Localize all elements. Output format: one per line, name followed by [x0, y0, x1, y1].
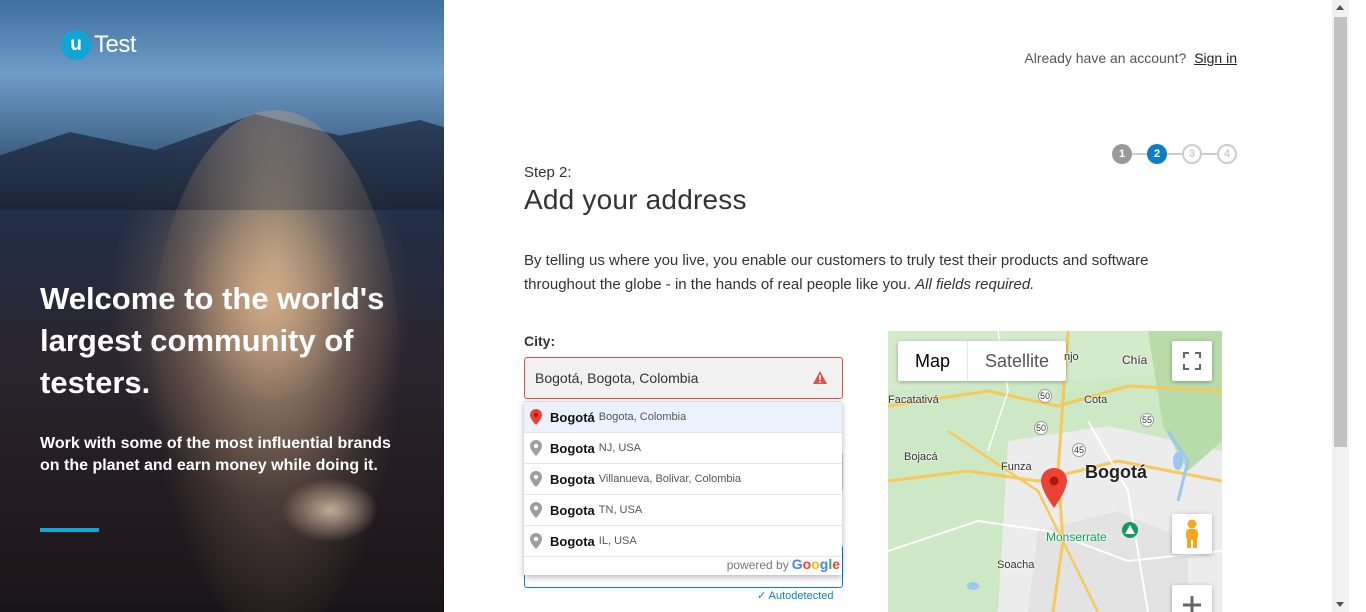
- scroll-down-arrow-icon[interactable]: [1336, 602, 1344, 607]
- road-shield-55: 55: [1140, 413, 1154, 427]
- scroll-thumb[interactable]: [1334, 17, 1347, 447]
- autocomplete-secondary: Bogota, Colombia: [598, 411, 687, 423]
- step-4: 4: [1217, 144, 1237, 164]
- hero-title: Welcome to the world's largest community…: [40, 281, 385, 400]
- form-description: By telling us where you live, you enable…: [524, 249, 1204, 297]
- step-3: 3: [1182, 144, 1202, 164]
- plus-icon: [1183, 596, 1201, 612]
- step-connector: [1202, 153, 1217, 155]
- pegman-icon: [1186, 519, 1198, 548]
- autocomplete-item[interactable]: Bogota IL, USA: [524, 526, 842, 557]
- autocomplete-main: Bogota: [550, 533, 595, 549]
- description-required: All fields required.: [915, 276, 1035, 293]
- map-type-control: Map Satellite: [898, 341, 1067, 381]
- step-2: 2: [1147, 144, 1167, 164]
- step-1: 1: [1112, 144, 1132, 164]
- hero-subtitle: Work with some of the most influential b…: [40, 435, 391, 474]
- autocomplete-secondary: Villanueva, Bolivar, Colombia: [598, 473, 742, 485]
- autocomplete-item[interactable]: Bogotá Bogota, Colombia: [524, 402, 842, 433]
- already-have-account: Already have an account? Sign in: [1024, 50, 1237, 66]
- logo-u-badge: u: [61, 30, 91, 60]
- map-type-map-button[interactable]: Map: [898, 341, 969, 381]
- step-connector: [1132, 153, 1147, 155]
- city-label: City:: [524, 333, 556, 349]
- map-label-soacha: Soacha: [997, 559, 1035, 571]
- progress-stepper: 1 2 3 4: [1112, 144, 1237, 164]
- autocomplete-item[interactable]: Bogota TN, USA: [524, 495, 842, 526]
- hero-panel: u Test Welcome to the world's largest co…: [0, 0, 444, 612]
- map-type-satellite-button[interactable]: Satellite: [968, 341, 1066, 381]
- autocomplete-item[interactable]: Bogota NJ, USA: [524, 433, 842, 464]
- utest-logo[interactable]: u Test: [61, 30, 137, 60]
- warning-icon: [813, 371, 827, 384]
- step-label: Step 2:: [524, 164, 572, 181]
- powered-by-google: powered by Google: [727, 556, 840, 572]
- map-pin-icon: [530, 533, 542, 549]
- map-marker-icon[interactable]: [1041, 468, 1067, 508]
- road-shield-45: 45: [1072, 443, 1086, 457]
- map-view[interactable]: Map Satellite njo Chía Facatativá Cota B…: [888, 331, 1222, 612]
- powered-by-text: powered by: [726, 558, 789, 572]
- autocomplete-main: Bogota: [550, 440, 595, 456]
- autocomplete-secondary: IL, USA: [598, 535, 637, 547]
- map-label-monserrate: Monserrate: [1046, 530, 1107, 544]
- street-view-pegman-button[interactable]: [1172, 514, 1212, 554]
- fullscreen-icon: [1183, 352, 1201, 370]
- map-label-funza: Funza: [1001, 461, 1032, 473]
- autocomplete-secondary: NJ, USA: [598, 442, 641, 454]
- map-pin-icon: [530, 502, 542, 518]
- logo-text: Test: [94, 31, 137, 58]
- autocomplete-item[interactable]: Bogota Villanueva, Bolivar, Colombia: [524, 464, 842, 495]
- map-label-cota: Cota: [1084, 394, 1108, 406]
- road-shield-50-north: 50: [1038, 389, 1052, 403]
- map-pin-icon: [530, 440, 542, 456]
- step-connector: [1167, 153, 1182, 155]
- description-text: By telling us where you live, you enable…: [524, 252, 1149, 293]
- page-scrollbar[interactable]: [1332, 0, 1349, 612]
- map-pin-red-icon: [530, 409, 542, 425]
- autocomplete-main: Bogota: [550, 502, 595, 518]
- map-pin-icon: [530, 471, 542, 487]
- map-label-facatativa: Facatativá: [888, 394, 939, 406]
- monserrate-poi-icon: [1122, 522, 1138, 538]
- already-text: Already have an account?: [1024, 50, 1187, 66]
- fullscreen-button[interactable]: [1172, 341, 1212, 381]
- scroll-up-arrow-icon[interactable]: [1336, 5, 1344, 10]
- hero-accent-bar: [40, 528, 99, 532]
- map-label-chia: Chía: [1122, 353, 1148, 367]
- google-logo: Google: [791, 556, 840, 572]
- map-label-bogota: Bogotá: [1085, 462, 1147, 482]
- autodetected-note: ✓ Autodetected: [757, 590, 834, 602]
- sign-in-link[interactable]: Sign in: [1194, 50, 1237, 66]
- map-label-bojaca: Bojacá: [904, 451, 938, 463]
- autocomplete-main: Bogotá: [550, 409, 595, 425]
- autocomplete-main: Bogota: [550, 471, 595, 487]
- zoom-in-button[interactable]: [1172, 585, 1212, 612]
- map-label-tenjo: njo: [1064, 351, 1079, 363]
- page-title: Add your address: [524, 184, 747, 215]
- road-shield-50: 50: [1034, 421, 1048, 435]
- autocomplete-secondary: TN, USA: [598, 504, 643, 516]
- city-input[interactable]: [524, 357, 843, 399]
- city-autocomplete-dropdown: Bogotá Bogota, Colombia Bogota NJ, USA B…: [524, 401, 842, 575]
